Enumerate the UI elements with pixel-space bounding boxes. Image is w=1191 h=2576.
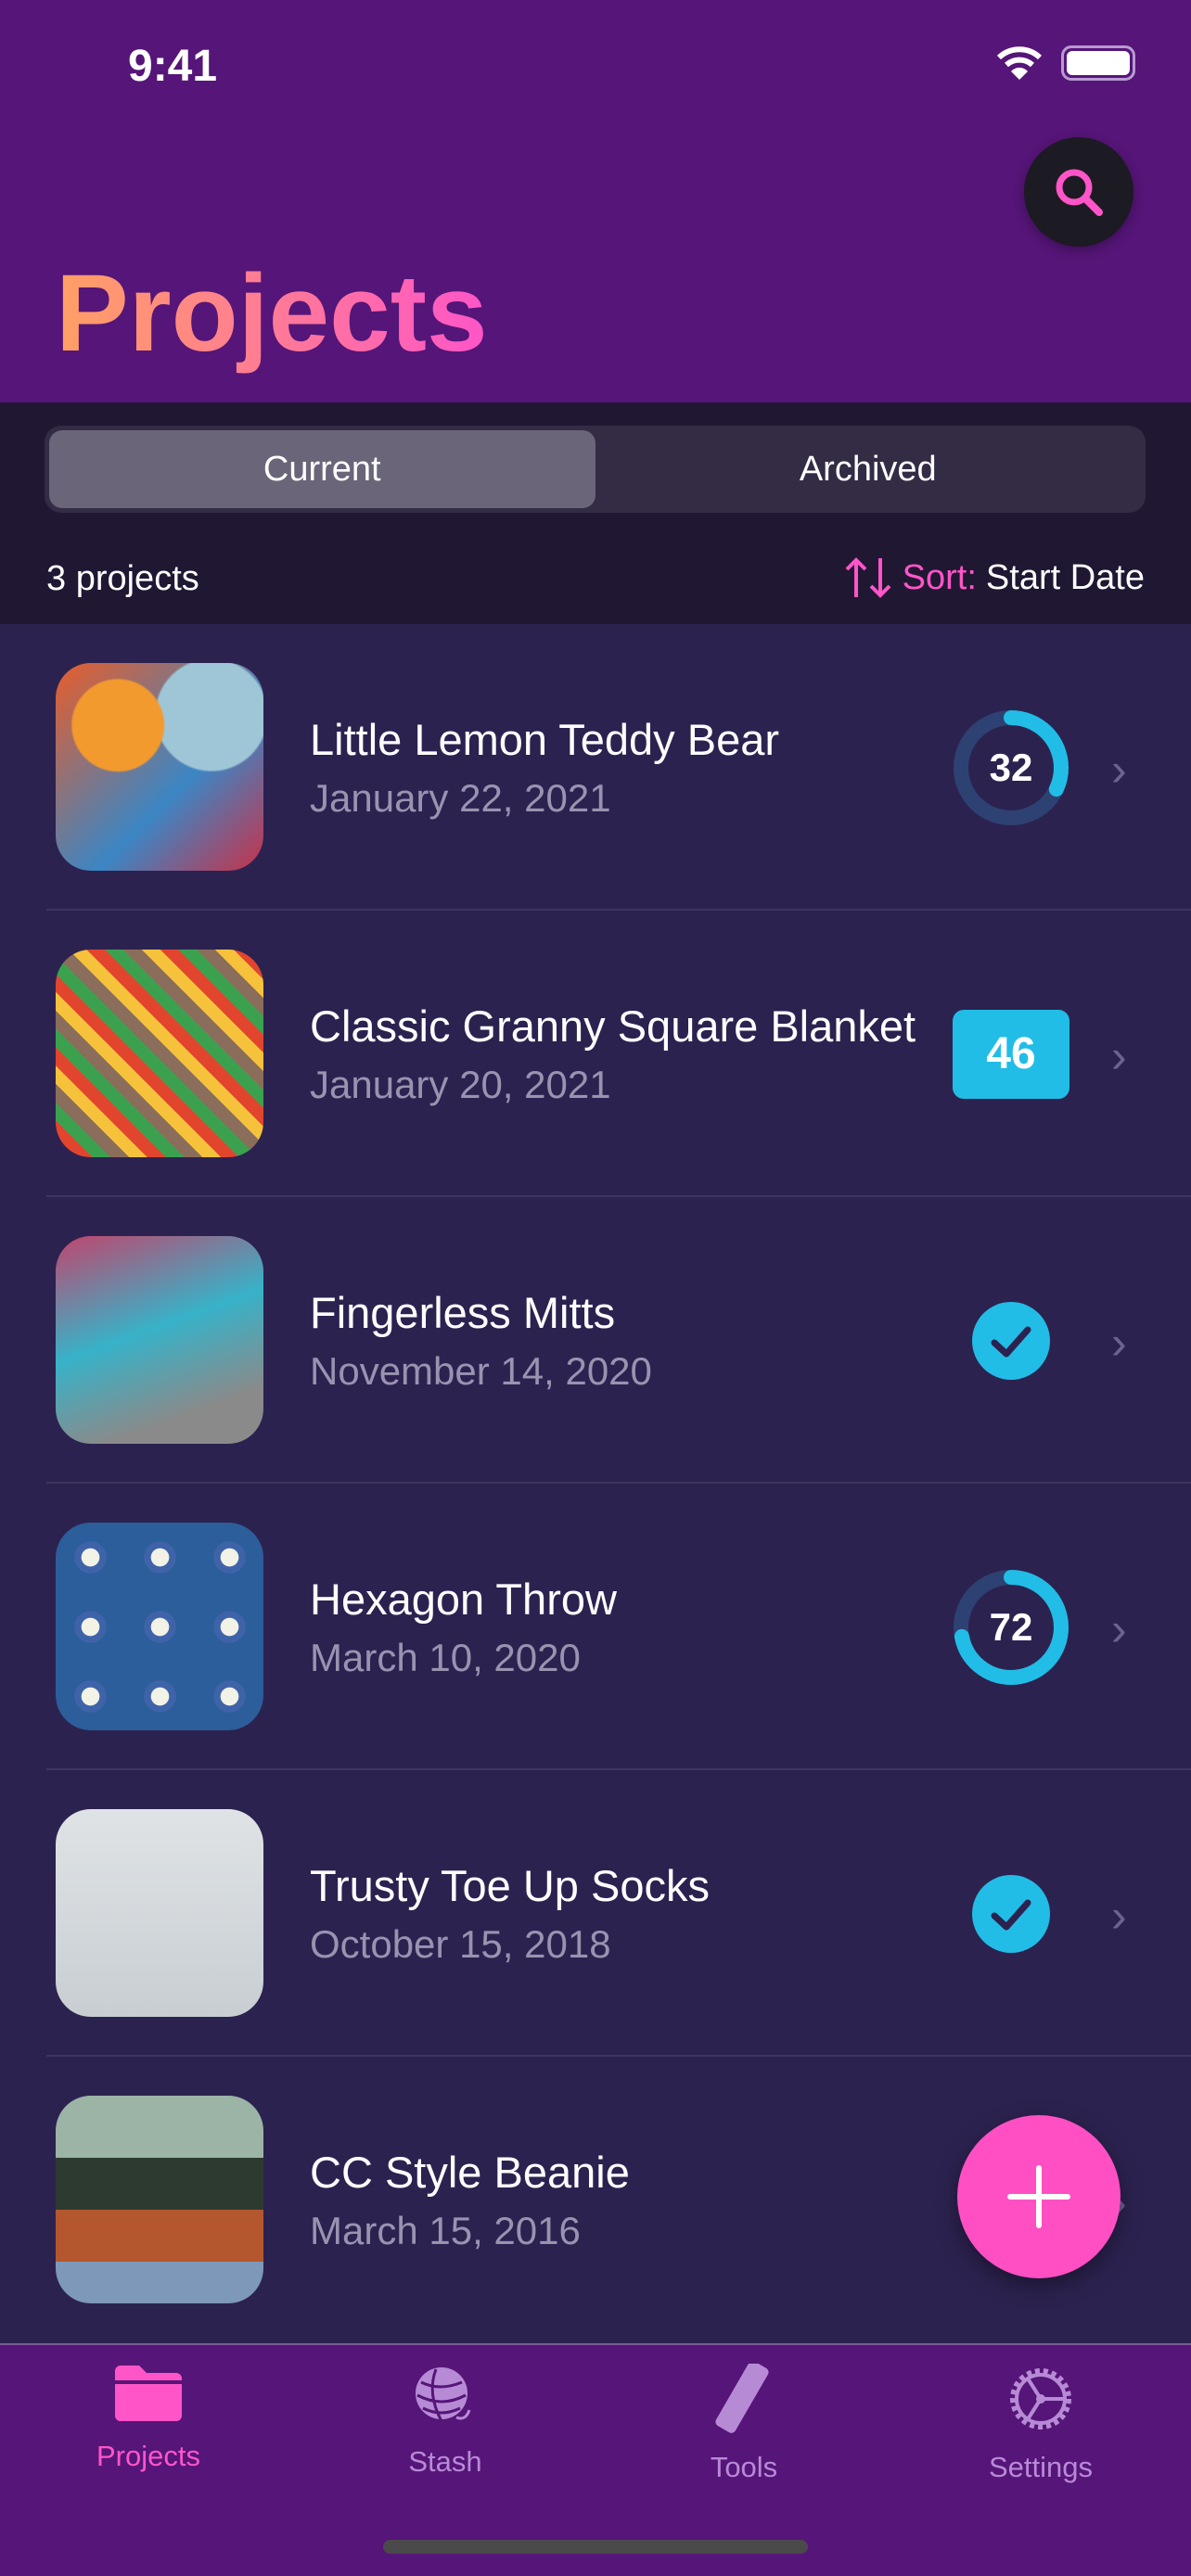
completed-badge [928,1197,1095,1484]
project-date: March 10, 2020 [310,1635,581,1679]
folder-icon [115,2366,182,2421]
project-name: Little Lemon Teddy Bear [310,714,780,764]
project-row[interactable]: Little Lemon Teddy Bear January 22, 2021 … [0,624,1191,911]
page-title: Projects [56,252,488,375]
magnifying-glass-icon [1056,169,1103,216]
segment-archived[interactable]: Archived [596,430,1142,508]
battery-icon [1061,45,1135,81]
row-count-badge: 46 [928,911,1095,1197]
project-thumbnail [56,950,263,1157]
gear-icon [1010,2368,1071,2429]
status-time: 9:41 [128,42,218,91]
chevron-right-icon: › [1111,744,1127,796]
search-button[interactable] [1024,137,1133,247]
progress-ring: 72 [928,1484,1095,1770]
checkmark-circle-icon [972,1874,1050,1953]
sort-button[interactable]: Sort: Start Date [843,556,1145,599]
tab-label: Stash [408,2445,482,2478]
sort-label: Sort: [902,557,977,597]
progress-value: 32 [989,745,1033,789]
chevron-right-icon: › [1111,1030,1127,1082]
project-thumbnail [56,1236,263,1444]
tab-label: Settings [988,2451,1093,2483]
wifi-icon [996,46,1043,80]
project-count: 3 projects [46,559,199,598]
yarn-ball-icon [416,2367,471,2422]
progress-ring: 32 [928,624,1095,911]
project-name: CC Style Beanie [310,2147,630,2197]
project-date: November 14, 2020 [310,1348,652,1393]
project-row[interactable]: Fingerless Mitts November 14, 2020 › [0,1197,1191,1484]
project-thumbnail [56,2096,263,2303]
ruler-icon [715,2364,769,2433]
chevron-right-icon: › [1111,1603,1127,1655]
segment-current[interactable]: Current [49,430,596,508]
project-row[interactable]: Hexagon Throw March 10, 2020 72 › [0,1484,1191,1770]
chevron-right-icon: › [1111,1317,1127,1369]
sort-arrows-icon [845,557,891,598]
project-name: Fingerless Mitts [310,1287,616,1337]
tab-projects[interactable]: Projects [46,2364,250,2473]
project-date: January 22, 2021 [310,775,611,820]
project-name: Trusty Toe Up Socks [310,1860,710,1910]
project-name: Classic Granny Square Blanket [310,1001,916,1051]
chevron-right-icon: › [1111,1890,1127,1942]
plus-icon [1007,2165,1070,2228]
add-project-button[interactable] [957,2115,1121,2278]
status-icons [996,45,1135,82]
count-value: 46 [953,1009,1069,1099]
tab-settings[interactable]: Settings [939,2364,1143,2484]
project-thumbnail [56,663,263,871]
project-name: Hexagon Throw [310,1574,617,1624]
project-date: January 20, 2021 [310,1062,611,1106]
project-date: October 15, 2018 [310,1921,611,1966]
checkmark-circle-icon [972,1301,1050,1380]
completed-badge [928,1770,1095,2057]
project-date: March 15, 2016 [310,2208,581,2252]
tab-tools[interactable]: Tools [642,2364,846,2484]
project-row[interactable]: Classic Granny Square Blanket January 20,… [0,911,1191,1197]
home-indicator [383,2540,808,2554]
tab-stash[interactable]: Stash [343,2364,547,2479]
sort-value: Start Date [985,557,1145,597]
header: 9:41 Projects [0,0,1191,402]
project-thumbnail [56,1523,263,1730]
segmented-control: Current Archived [45,426,1146,513]
project-thumbnail [56,1809,263,2017]
project-row[interactable]: Trusty Toe Up Socks October 15, 2018 › [0,1770,1191,2057]
tab-label: Projects [96,2440,200,2472]
progress-value: 72 [989,1604,1033,1649]
tab-label: Tools [710,2451,778,2483]
